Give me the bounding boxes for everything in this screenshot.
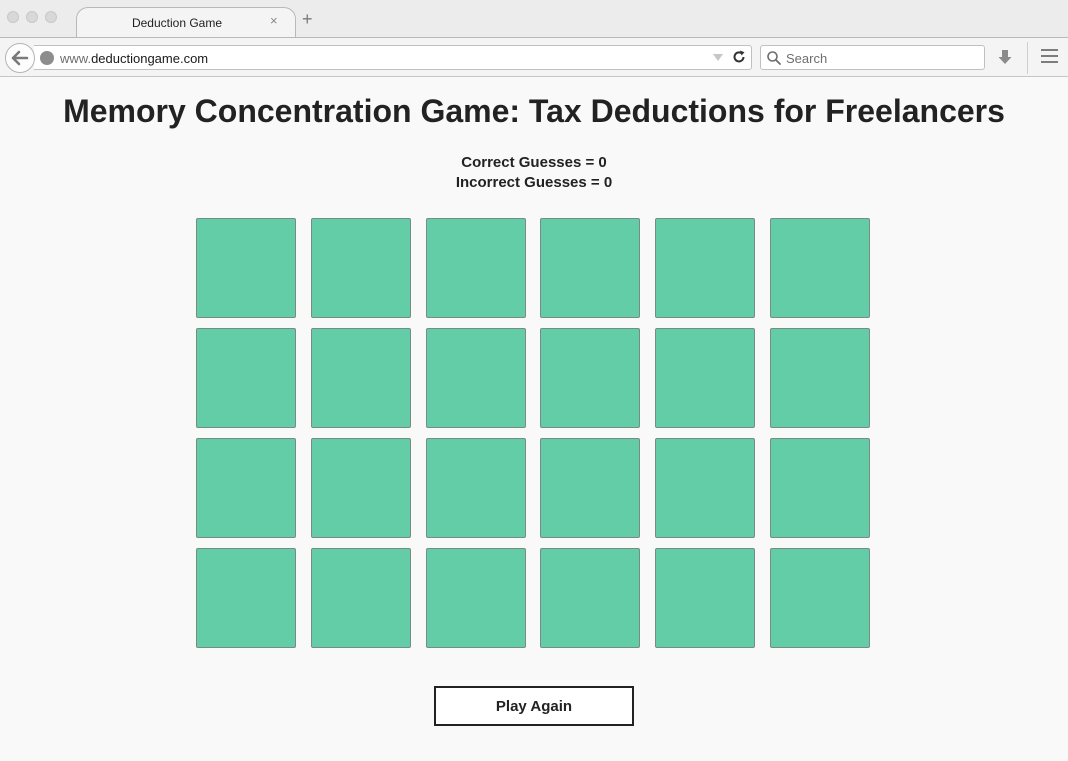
minimize-window-button[interactable] [26, 11, 38, 23]
memory-card[interactable] [196, 548, 296, 648]
back-button[interactable] [5, 43, 35, 73]
game-board [196, 218, 870, 648]
memory-card[interactable] [769, 438, 870, 538]
url-domain: deductiongame.com [91, 51, 209, 66]
incorrect-guesses-label: Incorrect Guesses = 0 [455, 174, 613, 191]
correct-guesses-label: Correct Guesses = 0 [461, 154, 607, 171]
memory-card[interactable] [425, 548, 526, 648]
page-title: Memory Concentration Game: Tax Deduction… [63, 93, 1005, 129]
search-bar[interactable]: Search [760, 45, 985, 70]
memory-card[interactable] [655, 328, 756, 428]
memory-card[interactable] [196, 218, 296, 318]
search-input[interactable]: Search [786, 51, 827, 66]
memory-card[interactable] [196, 438, 296, 538]
zoom-window-button[interactable] [45, 11, 57, 23]
close-tab-icon[interactable]: × [270, 14, 278, 28]
memory-card[interactable] [540, 438, 641, 538]
memory-card[interactable] [310, 438, 411, 538]
memory-card[interactable] [769, 548, 870, 648]
memory-card[interactable] [655, 218, 756, 318]
url-text[interactable]: www.deductiongame.com [60, 51, 208, 66]
navigation-bar: www.deductiongame.com Search [0, 37, 1068, 77]
memory-card[interactable] [540, 218, 641, 318]
memory-card[interactable] [310, 548, 411, 648]
reload-icon[interactable] [731, 49, 747, 65]
back-arrow-icon [11, 50, 29, 66]
memory-card[interactable] [310, 328, 411, 428]
memory-card[interactable] [540, 328, 641, 428]
memory-card[interactable] [310, 218, 411, 318]
memory-card[interactable] [769, 328, 870, 428]
play-again-button[interactable]: Play Again [434, 686, 634, 726]
menu-icon[interactable] [1041, 49, 1058, 63]
memory-card[interactable] [196, 328, 296, 428]
tab-deduction-game[interactable]: Deduction Game × [76, 7, 296, 38]
page-content: Memory Concentration Game: Tax Deduction… [0, 78, 1068, 761]
new-tab-button[interactable]: + [302, 10, 313, 28]
memory-card[interactable] [655, 438, 756, 538]
download-icon[interactable] [996, 48, 1014, 66]
close-window-button[interactable] [7, 11, 19, 23]
memory-card[interactable] [769, 218, 870, 318]
search-icon [767, 51, 781, 65]
tab-bar: Deduction Game × + [0, 0, 1068, 38]
globe-icon [40, 51, 54, 65]
url-bar[interactable]: www.deductiongame.com [34, 45, 752, 70]
toolbar-divider [1027, 42, 1028, 74]
memory-card[interactable] [425, 328, 526, 428]
tab-title: Deduction Game [131, 16, 223, 30]
memory-card[interactable] [425, 218, 526, 318]
url-prefix: www. [60, 51, 92, 66]
memory-card[interactable] [425, 438, 526, 538]
memory-card[interactable] [655, 548, 756, 648]
dropdown-icon[interactable] [713, 54, 723, 61]
memory-card[interactable] [540, 548, 641, 648]
